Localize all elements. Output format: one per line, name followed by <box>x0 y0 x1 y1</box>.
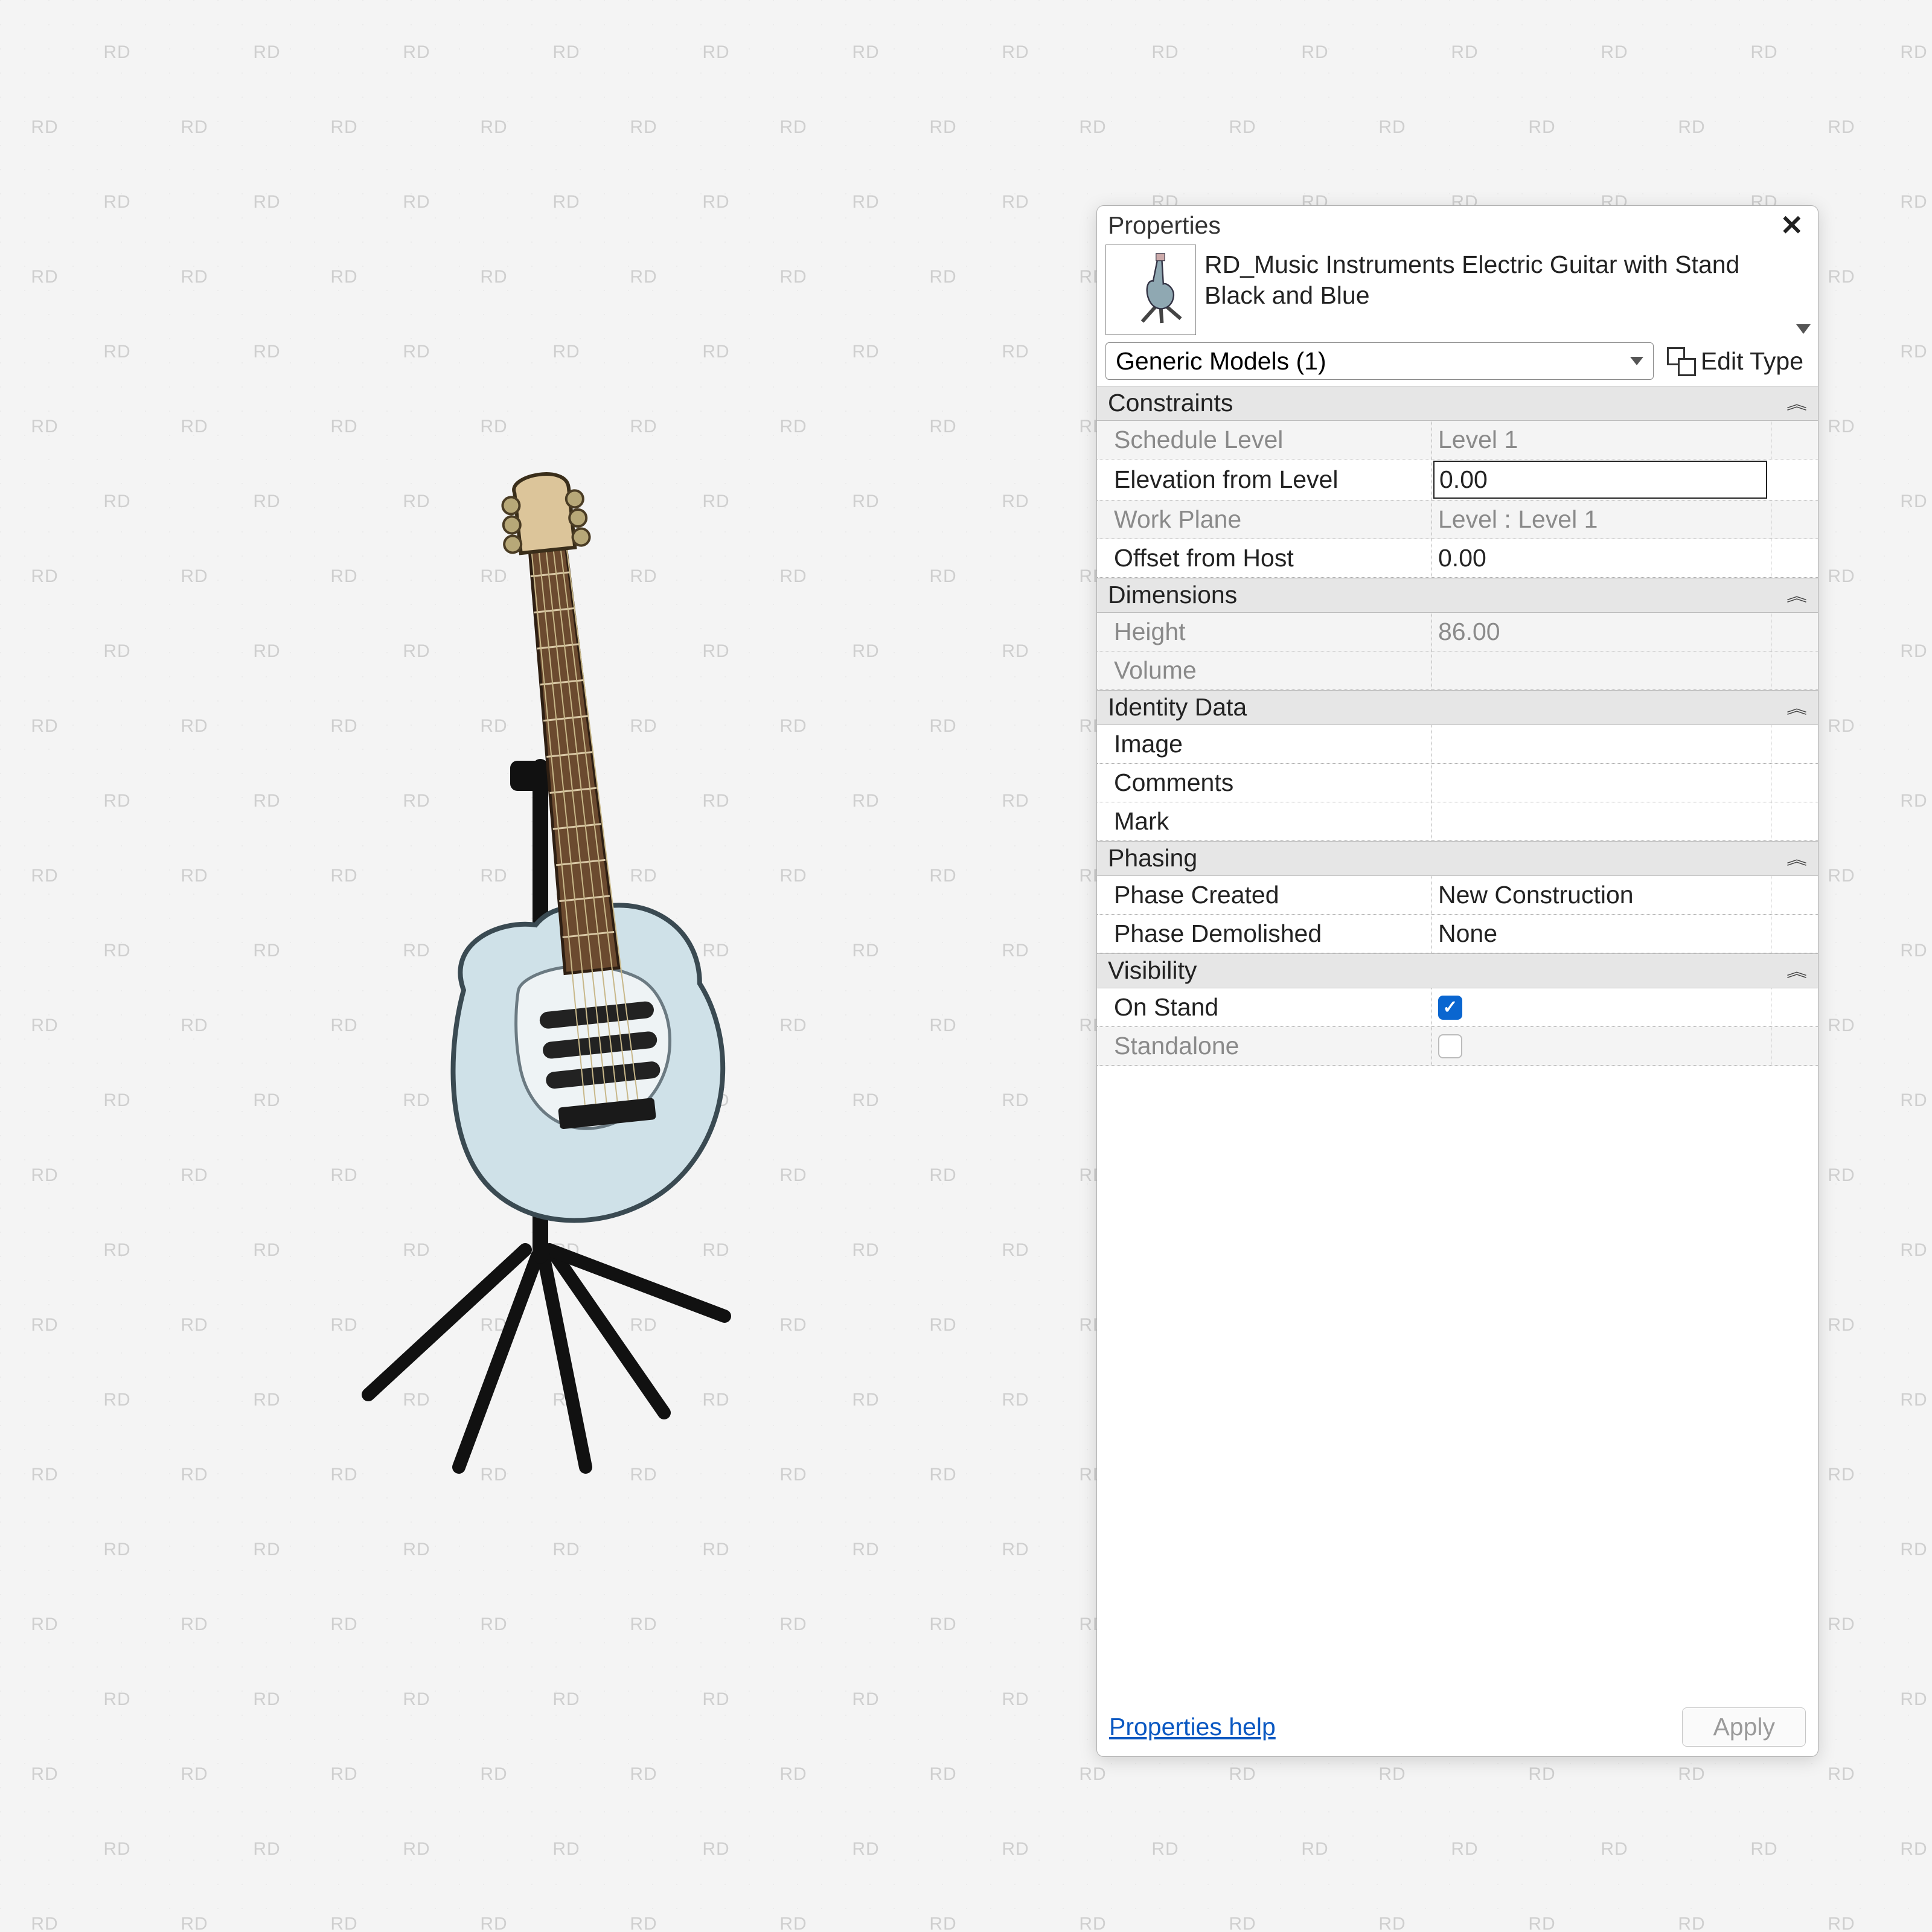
checkbox: ✓ <box>1438 1034 1462 1058</box>
section-header[interactable]: Constraints ︽ <box>1097 386 1818 421</box>
property-label: Phase Demolished <box>1097 915 1432 953</box>
property-label: Volume <box>1097 651 1432 689</box>
row-endcap <box>1771 725 1818 763</box>
checkbox[interactable]: ✓ <box>1438 996 1462 1020</box>
property-label: On Stand <box>1097 988 1432 1026</box>
property-row[interactable]: Phase DemolishedNone <box>1097 915 1818 953</box>
property-value[interactable] <box>1432 725 1771 763</box>
property-row: Volume <box>1097 651 1818 690</box>
row-endcap <box>1771 613 1818 651</box>
row-endcap <box>1771 988 1818 1026</box>
property-label: Schedule Level <box>1097 421 1432 459</box>
property-value[interactable]: None <box>1432 915 1771 953</box>
property-checkbox-cell: ✓ <box>1432 1027 1771 1065</box>
property-row[interactable]: Offset from Host0.00 <box>1097 539 1818 578</box>
collapse-icon[interactable]: ︽ <box>1786 584 1807 605</box>
edit-type-label: Edit Type <box>1701 347 1803 376</box>
section-title: Dimensions <box>1108 581 1237 609</box>
property-value: Level : Level 1 <box>1432 501 1771 539</box>
row-endcap <box>1771 915 1818 953</box>
family-thumbnail <box>1105 245 1196 335</box>
apply-button[interactable]: Apply <box>1682 1707 1806 1747</box>
section-title: Identity Data <box>1108 693 1247 721</box>
property-value[interactable]: 0.00 <box>1432 539 1771 577</box>
family-type: Black and Blue <box>1204 280 1812 311</box>
property-label: Comments <box>1097 764 1432 802</box>
section-title: Phasing <box>1108 844 1197 872</box>
section-header[interactable]: Identity Data ︽ <box>1097 690 1818 725</box>
category-filter-combo[interactable]: Generic Models (1) <box>1105 342 1654 380</box>
property-value[interactable] <box>1432 802 1771 840</box>
property-label: Work Plane <box>1097 501 1432 539</box>
property-row[interactable]: Image <box>1097 725 1818 764</box>
family-name: RD_Music Instruments Electric Guitar wit… <box>1204 249 1812 280</box>
collapse-icon[interactable]: ︽ <box>1786 960 1807 980</box>
property-row: Schedule LevelLevel 1 <box>1097 421 1818 459</box>
section-header[interactable]: Dimensions ︽ <box>1097 578 1818 613</box>
property-row[interactable]: Phase CreatedNew Construction <box>1097 876 1818 915</box>
property-value[interactable] <box>1432 764 1771 802</box>
section-title: Visibility <box>1108 956 1197 985</box>
row-endcap <box>1771 802 1818 840</box>
edit-type-button[interactable]: Edit Type <box>1661 344 1809 379</box>
collapse-icon[interactable]: ︽ <box>1786 697 1807 717</box>
property-label: Standalone <box>1097 1027 1432 1065</box>
property-row[interactable]: Mark <box>1097 802 1818 841</box>
model-electric-guitar-on-stand[interactable] <box>302 453 785 1479</box>
property-value <box>1432 651 1771 689</box>
panel-titlebar[interactable]: Properties ✕ <box>1097 206 1818 242</box>
property-label: Height <box>1097 613 1432 651</box>
row-endcap <box>1771 501 1818 539</box>
row-endcap <box>1771 876 1818 914</box>
property-label: Offset from Host <box>1097 539 1432 577</box>
close-icon[interactable]: ✕ <box>1775 209 1808 242</box>
property-row: Standalone✓ <box>1097 1027 1818 1066</box>
properties-help-link[interactable]: Properties help <box>1109 1713 1276 1741</box>
property-label: Phase Created <box>1097 876 1432 914</box>
section-header[interactable]: Visibility ︽ <box>1097 953 1818 988</box>
properties-panel: Properties ✕ RD_Music Instruments Electr… <box>1096 205 1818 1757</box>
property-value[interactable]: New Construction <box>1432 876 1771 914</box>
property-label: Elevation from Level <box>1097 459 1432 500</box>
edit-type-icon <box>1667 347 1695 375</box>
row-endcap <box>1771 421 1818 459</box>
property-row[interactable]: Comments <box>1097 764 1818 802</box>
property-row[interactable]: On Stand✓ <box>1097 988 1818 1027</box>
properties-grid: Constraints ︽ Schedule LevelLevel 1Elevati… <box>1097 386 1818 1700</box>
panel-title: Properties <box>1108 211 1221 240</box>
row-endcap <box>1771 651 1818 689</box>
property-row[interactable]: Elevation from Level0.00 <box>1097 459 1818 501</box>
section-header[interactable]: Phasing ︽ <box>1097 841 1818 876</box>
family-type-header[interactable]: RD_Music Instruments Electric Guitar wit… <box>1097 242 1818 340</box>
property-value[interactable]: 0.00 <box>1433 461 1767 499</box>
property-label: Mark <box>1097 802 1432 840</box>
row-endcap <box>1771 539 1818 577</box>
property-value: 86.00 <box>1432 613 1771 651</box>
section-title: Constraints <box>1108 389 1233 417</box>
property-row: Height86.00 <box>1097 613 1818 651</box>
chevron-down-icon <box>1630 357 1643 365</box>
collapse-icon[interactable]: ︽ <box>1786 392 1807 413</box>
property-value: Level 1 <box>1432 421 1771 459</box>
chevron-down-icon[interactable] <box>1796 324 1811 334</box>
row-endcap <box>1771 764 1818 802</box>
row-endcap <box>1771 1027 1818 1065</box>
category-filter-value: Generic Models (1) <box>1116 347 1326 376</box>
property-row: Work PlaneLevel : Level 1 <box>1097 501 1818 539</box>
property-label: Image <box>1097 725 1432 763</box>
property-checkbox-cell[interactable]: ✓ <box>1432 988 1771 1026</box>
collapse-icon[interactable]: ︽ <box>1786 848 1807 868</box>
